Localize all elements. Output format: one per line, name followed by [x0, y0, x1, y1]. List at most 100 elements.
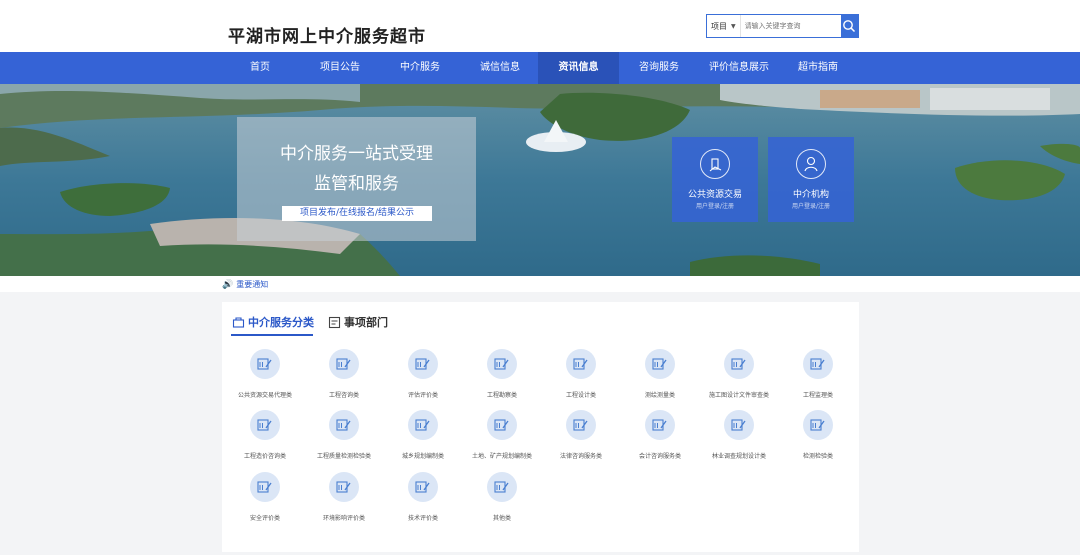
lake-scenery-image [0, 84, 1080, 276]
search-input[interactable] [740, 15, 841, 37]
category-label: 工程造价咨询类 [243, 453, 286, 460]
search-icon [843, 20, 856, 33]
notice-strip [0, 276, 1080, 292]
nav-evaluation-info[interactable]: 评价信息展示 [700, 52, 778, 84]
nav-consult-service[interactable]: 咨询服务 [629, 52, 689, 84]
tab-service-category[interactable]: 中介服务分类 [232, 314, 314, 330]
nav-market-guide[interactable]: 超市指南 [788, 52, 848, 84]
category-label: 工程勘察类 [486, 392, 517, 399]
service-category-panel: 中介服务分类 事项部门 公共资源交易代理类 工程咨询类 评估评价类 工程勘察类 工程设计… [222, 302, 859, 552]
category-item[interactable]: 法律咨询服务类 [541, 410, 621, 460]
category-item[interactable]: 环境影响评价类 [304, 472, 384, 522]
document-edit-icon [408, 410, 438, 440]
category-label: 工程监理类 [802, 392, 833, 399]
document-edit-icon [645, 349, 675, 379]
category-label: 评估评价类 [407, 392, 438, 399]
category-label: 环境影响评价类 [322, 515, 365, 522]
category-label: 其他类 [492, 515, 511, 522]
tile-title: 公共资源交易 [687, 190, 742, 200]
tile-subtitle: 用户登录/注册 [695, 203, 735, 210]
category-label: 安全评价类 [249, 515, 280, 522]
nav-credit-info[interactable]: 诚信信息 [470, 52, 530, 84]
slogan-link[interactable]: 项目发布/在线报名/结果公示 [282, 206, 432, 221]
document-edit-icon [803, 349, 833, 379]
category-label: 公共资源交易代理类 [237, 392, 292, 399]
category-label: 林业调查规划设计类 [711, 453, 766, 460]
active-tab-underline [231, 334, 313, 336]
nav-agency-service[interactable]: 中介服务 [390, 52, 450, 84]
document-edit-icon [250, 410, 280, 440]
category-item[interactable]: 工程质量检测检验类 [304, 410, 384, 460]
document-edit-icon [250, 349, 280, 379]
document-edit-icon [566, 349, 596, 379]
search-button[interactable] [840, 15, 858, 37]
category-item[interactable]: 工程造价咨询类 [225, 410, 305, 460]
document-edit-icon [250, 472, 280, 502]
document-edit-icon [487, 349, 517, 379]
chevron-down-icon: ▼ [730, 22, 736, 30]
category-item[interactable]: 工程监理类 [778, 349, 858, 399]
category-item[interactable]: 会计咨询服务类 [620, 410, 700, 460]
document-edit-icon [408, 472, 438, 502]
list-icon [328, 316, 341, 328]
search-bar: 项目 ▼ [706, 14, 859, 38]
category-item[interactable]: 城乡规划编制类 [383, 410, 463, 460]
nav-project-notice[interactable]: 项目公告 [310, 52, 370, 84]
category-item[interactable]: 林业调查规划设计类 [699, 410, 779, 460]
top-header: 平湖市网上中介服务超市 项目 ▼ [0, 0, 1080, 52]
document-edit-icon [329, 349, 359, 379]
document-edit-icon [724, 410, 754, 440]
hero-banner [0, 84, 1080, 276]
document-edit-icon [408, 349, 438, 379]
search-type-select[interactable]: 项目 ▼ [707, 15, 741, 37]
category-item[interactable]: 测绘测量类 [620, 349, 700, 399]
category-item[interactable]: 土地、矿产规划编制类 [462, 410, 542, 460]
main-nav: 首页 项目公告 中介服务 诚信信息 资讯信息 咨询服务 评价信息展示 超市指南 [0, 52, 1080, 84]
tab-department[interactable]: 事项部门 [328, 314, 388, 330]
document-edit-icon [329, 410, 359, 440]
category-label: 城乡规划编制类 [401, 453, 444, 460]
category-label: 施工图设计文件审查类 [708, 392, 769, 399]
category-label: 法律咨询服务类 [559, 453, 602, 460]
slogan-box: 中介服务一站式受理 监管和服务 项目发布/在线报名/结果公示 [237, 117, 476, 241]
important-notice[interactable]: 🔊 重要通知 [222, 279, 268, 290]
tile-agency[interactable]: 中介机构 用户登录/注册 [768, 137, 854, 222]
speaker-icon: 🔊 [222, 279, 234, 290]
tile-public-resource[interactable]: 公共资源交易 用户登录/注册 [672, 137, 758, 222]
search-type-value: 项目 [711, 21, 727, 31]
category-label: 技术评价类 [407, 515, 438, 522]
slogan-line-2: 监管和服务 [314, 174, 399, 194]
category-item[interactable]: 评估评价类 [383, 349, 463, 399]
category-label: 工程设计类 [565, 392, 596, 399]
category-item[interactable]: 技术评价类 [383, 472, 463, 522]
slogan-line-1: 中介服务一站式受理 [280, 144, 433, 164]
document-edit-icon [487, 472, 517, 502]
building-hand-icon [700, 149, 730, 179]
category-item[interactable]: 工程设计类 [541, 349, 621, 399]
nav-news-info[interactable]: 资讯信息 [538, 52, 619, 84]
category-label: 会计咨询服务类 [638, 453, 681, 460]
category-item[interactable]: 公共资源交易代理类 [225, 349, 305, 399]
category-label: 工程咨询类 [328, 392, 359, 399]
document-edit-icon [329, 472, 359, 502]
category-item[interactable]: 工程咨询类 [304, 349, 384, 399]
category-item[interactable]: 施工图设计文件审查类 [699, 349, 779, 399]
tab-label: 中介服务分类 [248, 316, 314, 329]
category-label: 检测检验类 [802, 453, 833, 460]
category-item[interactable]: 其他类 [462, 472, 542, 522]
category-item[interactable]: 安全评价类 [225, 472, 305, 522]
tab-label: 事项部门 [344, 316, 388, 329]
tile-title: 中介机构 [792, 190, 829, 200]
category-item[interactable]: 检测检验类 [778, 410, 858, 460]
document-edit-icon [645, 410, 675, 440]
category-label: 土地、矿产规划编制类 [471, 453, 532, 460]
category-item[interactable]: 工程勘察类 [462, 349, 542, 399]
nav-home[interactable]: 首页 [238, 52, 282, 84]
document-edit-icon [566, 410, 596, 440]
document-edit-icon [803, 410, 833, 440]
tile-subtitle: 用户登录/注册 [791, 203, 831, 210]
basket-icon [232, 316, 245, 328]
document-edit-icon [487, 410, 517, 440]
notice-label: 重要通知 [236, 280, 269, 289]
user-icon [796, 149, 826, 179]
